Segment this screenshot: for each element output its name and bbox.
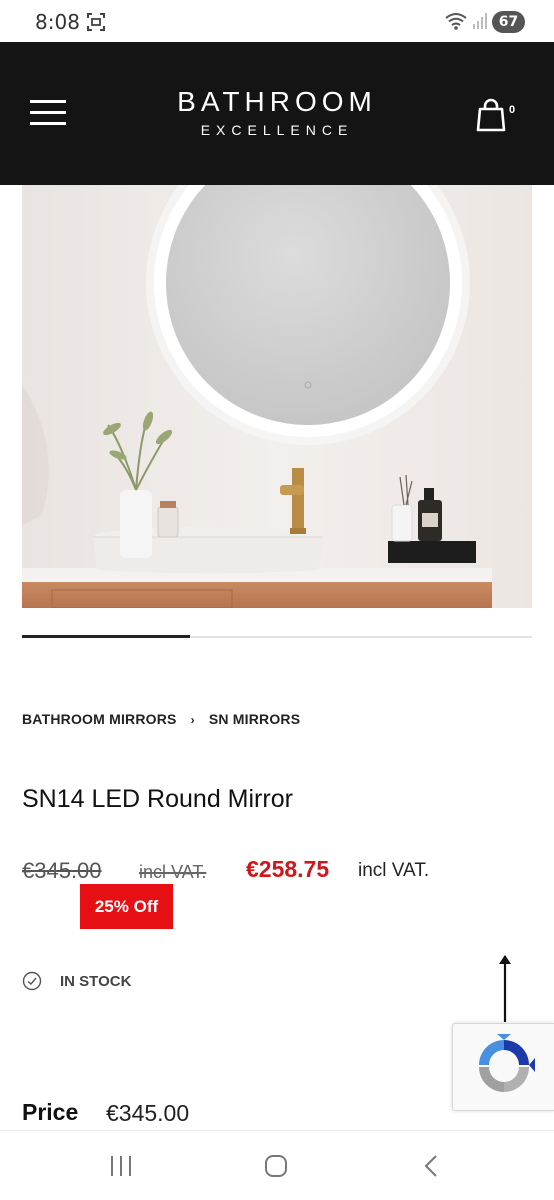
back-icon[interactable] bbox=[422, 1154, 440, 1178]
scroll-to-top-icon[interactable] bbox=[496, 952, 514, 1024]
check-circle-icon bbox=[22, 971, 42, 991]
breadcrumb-link-sn-mirrors[interactable]: SN MIRRORS bbox=[209, 711, 300, 727]
cart-count: 0 bbox=[509, 104, 516, 116]
breadcrumb: BATHROOM MIRRORS › SN MIRRORS bbox=[22, 711, 300, 727]
stock-label: IN STOCK bbox=[60, 973, 132, 990]
product-title: SN14 LED Round Mirror bbox=[22, 785, 293, 813]
status-time: 8:08 bbox=[35, 10, 80, 34]
recents-icon[interactable] bbox=[108, 1155, 134, 1177]
recaptcha-icon bbox=[479, 1034, 535, 1092]
system-nav-bar bbox=[0, 1130, 554, 1200]
battery-indicator: 67 bbox=[492, 11, 525, 33]
logo-subtitle[interactable]: EXCELLENCE bbox=[0, 122, 554, 138]
old-price: €345.00 bbox=[22, 858, 102, 883]
wifi-icon bbox=[445, 13, 467, 30]
site-header: BATHROOM EXCELLENCE 0 bbox=[0, 42, 554, 185]
old-price-vat-note: incl VAT. bbox=[139, 862, 207, 882]
signal-icon bbox=[473, 13, 487, 29]
product-image[interactable] bbox=[22, 185, 532, 608]
discount-badge: 25% Off bbox=[80, 884, 173, 929]
gallery-scroll-thumb[interactable] bbox=[22, 635, 191, 638]
sale-price: €258.75 bbox=[246, 856, 330, 882]
screenshot-icon bbox=[87, 13, 105, 31]
breadcrumb-link-bathroom-mirrors[interactable]: BATHROOM MIRRORS bbox=[22, 711, 177, 727]
price-value: €345.00 bbox=[106, 1100, 190, 1126]
cart-bag-icon[interactable] bbox=[475, 97, 507, 133]
recaptcha-badge[interactable] bbox=[452, 1023, 554, 1111]
status-bar: 8:08 67 bbox=[0, 0, 554, 42]
sale-price-vat-note: incl VAT. bbox=[358, 860, 430, 881]
gallery-scroll-track[interactable] bbox=[22, 635, 532, 638]
breadcrumb-separator: › bbox=[190, 713, 195, 727]
home-icon[interactable] bbox=[264, 1154, 288, 1178]
logo-title[interactable]: BATHROOM bbox=[0, 86, 554, 118]
price-label: Price bbox=[22, 1099, 79, 1125]
